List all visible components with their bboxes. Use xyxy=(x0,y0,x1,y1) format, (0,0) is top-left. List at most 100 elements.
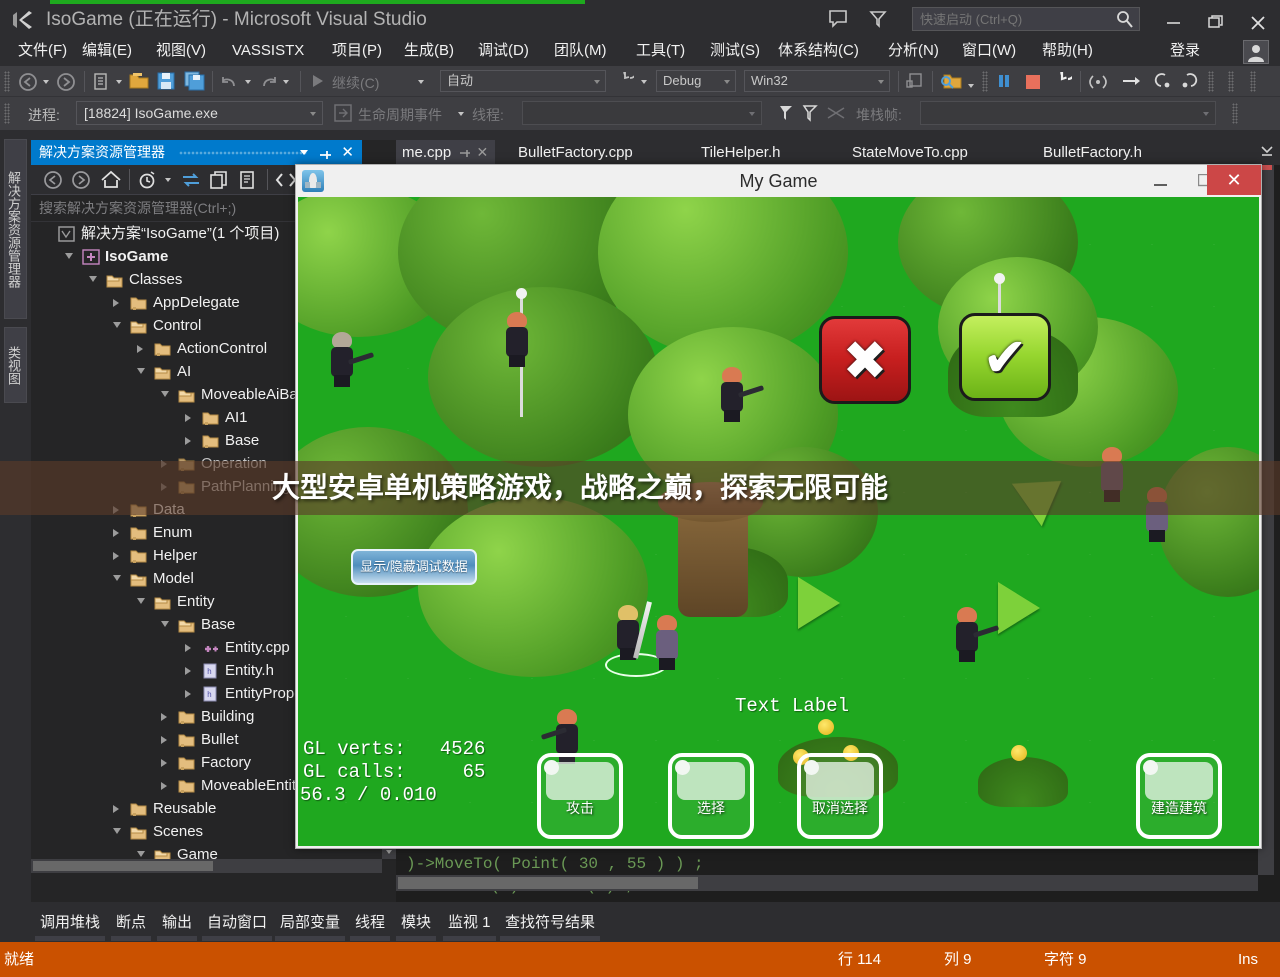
restart-icon[interactable] xyxy=(616,72,634,95)
menu-item-4[interactable]: 项目(P) xyxy=(328,36,386,66)
close-icon[interactable]: ✕ xyxy=(341,143,354,162)
toggle-debug-data-button[interactable]: 显示/隐藏调试数据 xyxy=(351,549,477,585)
game-canvas[interactable]: ✖ ✔ Text Label GL verts: 4526 GL calls: … xyxy=(298,197,1259,846)
properties-icon[interactable] xyxy=(237,170,257,195)
unit-sprite[interactable] xyxy=(718,367,748,425)
open-folder-icon[interactable] xyxy=(128,71,150,96)
scrollbar-thumb[interactable] xyxy=(33,861,213,871)
step-over-arrow-icon[interactable] xyxy=(1122,74,1142,93)
flag-icon[interactable] xyxy=(778,104,794,127)
chevron-down-icon[interactable] xyxy=(161,391,169,397)
toolbar-grip[interactable] xyxy=(4,71,10,92)
game-action-button-3[interactable]: 建造建筑 xyxy=(1136,753,1222,839)
toolbar-grip-3[interactable] xyxy=(1208,71,1214,92)
game-action-button-1[interactable]: 选择 xyxy=(668,753,754,839)
redo-dropdown[interactable] xyxy=(283,80,289,84)
chevron-right-icon[interactable] xyxy=(185,667,191,675)
game-action-button-2[interactable]: 取消选择 xyxy=(797,753,883,839)
back-icon[interactable] xyxy=(43,170,63,195)
chevron-down-icon[interactable] xyxy=(878,80,884,84)
home-icon[interactable] xyxy=(100,170,122,195)
menu-item-1[interactable]: 编辑(E) xyxy=(78,36,136,66)
pending-changes-dropdown[interactable] xyxy=(165,178,171,182)
restart-dropdown[interactable] xyxy=(641,80,647,84)
new-item-dropdown[interactable] xyxy=(116,80,122,84)
menu-item-0[interactable]: 文件(F) xyxy=(14,36,71,66)
continue-label[interactable]: 继续(C) xyxy=(332,73,379,93)
thread-combo[interactable] xyxy=(522,101,762,125)
chevron-down-icon[interactable] xyxy=(137,598,145,604)
undo-dropdown[interactable] xyxy=(245,80,251,84)
tab-solution-explorer[interactable]: 解决方案资源管理器 ✕ xyxy=(31,140,362,165)
restore-button[interactable] xyxy=(1196,8,1236,32)
document-tab-4[interactable]: BulletFactory.h xyxy=(1037,140,1148,165)
toolbar-grip-5[interactable] xyxy=(1250,71,1256,92)
show-all-files-icon[interactable] xyxy=(209,170,229,195)
user-avatar-icon[interactable] xyxy=(1243,40,1269,64)
feedback-comment-icon[interactable] xyxy=(828,10,850,30)
chevron-down-icon[interactable] xyxy=(113,575,121,581)
game-minimize-button[interactable] xyxy=(1141,165,1181,195)
debug-toolbar-grip-2[interactable] xyxy=(1232,103,1238,124)
chevron-right-icon[interactable] xyxy=(113,529,119,537)
chevron-down-icon[interactable] xyxy=(113,828,121,834)
solution-tree-hscrollbar[interactable] xyxy=(31,859,382,873)
document-tab-2[interactable]: TileHelper.h xyxy=(695,140,786,165)
bottom-dock-tab-2[interactable]: 输出 xyxy=(157,910,197,936)
bottom-dock-tab-7[interactable]: 监视 1 xyxy=(443,910,496,936)
config-combo[interactable]: Debug xyxy=(656,70,736,92)
lifecycle-dropdown[interactable] xyxy=(458,112,464,116)
view-code-icon[interactable] xyxy=(275,170,297,195)
bottom-dock-tab-6[interactable]: 模块 xyxy=(396,910,436,936)
play-continue-icon[interactable] xyxy=(310,73,326,94)
unit-sprite[interactable] xyxy=(953,607,983,669)
bottom-dock-tab-8[interactable]: 查找符号结果 xyxy=(500,910,600,936)
chevron-down-icon[interactable] xyxy=(137,851,145,857)
forward-icon[interactable] xyxy=(71,170,91,195)
lifecycle-label[interactable]: 生命周期事件 xyxy=(358,105,442,125)
panel-toggle-icon[interactable] xyxy=(906,72,924,95)
chevron-right-icon[interactable] xyxy=(185,644,191,652)
chevron-right-icon[interactable] xyxy=(161,713,167,721)
menu-item-8[interactable]: 工具(T) xyxy=(632,36,689,66)
chevron-right-icon[interactable] xyxy=(185,690,191,698)
bottom-dock-tab-0[interactable]: 调用堆栈 xyxy=(35,910,105,936)
hot-reload-icon[interactable] xyxy=(1088,72,1108,97)
pause-icon[interactable] xyxy=(996,73,1012,94)
chevron-down-icon[interactable] xyxy=(310,112,316,116)
chevron-down-icon[interactable] xyxy=(137,368,145,374)
game-close-button[interactable]: ✕ xyxy=(1207,165,1261,195)
menu-item-10[interactable]: 体系结构(C) xyxy=(774,36,863,66)
unit-sprite[interactable] xyxy=(328,332,358,390)
lifecycle-events-icon[interactable] xyxy=(334,104,352,127)
save-icon[interactable] xyxy=(156,71,176,96)
chevron-down-icon[interactable] xyxy=(1203,112,1209,116)
chevron-down-icon[interactable] xyxy=(65,253,73,259)
editor-horizontal-scrollbar[interactable] xyxy=(396,875,1258,891)
bottom-dock-tab-1[interactable]: 断点 xyxy=(111,910,151,936)
chevron-down-icon[interactable] xyxy=(300,150,308,155)
navigate-forward-icon[interactable] xyxy=(56,72,76,97)
platform-combo[interactable]: Win32 xyxy=(744,70,890,92)
find-dropdown[interactable] xyxy=(968,84,974,88)
menu-item-13[interactable]: 帮助(H) xyxy=(1038,36,1097,66)
chevron-right-icon[interactable] xyxy=(113,805,119,813)
menu-item-9[interactable]: 测试(S) xyxy=(706,36,764,66)
chevron-right-icon[interactable] xyxy=(185,437,191,445)
step-into-icon[interactable] xyxy=(1152,72,1172,95)
chevron-right-icon[interactable] xyxy=(185,414,191,422)
debug-toolbar-grip[interactable] xyxy=(4,103,10,124)
toolbar-grip-4[interactable] xyxy=(1228,71,1234,92)
unit-sprite[interactable] xyxy=(653,615,683,677)
menu-item-7[interactable]: 团队(M) xyxy=(550,36,611,66)
platform-target-combo[interactable]: 自动 xyxy=(440,70,606,92)
chevron-right-icon[interactable] xyxy=(161,759,167,767)
search-input[interactable] xyxy=(912,7,1140,31)
magnifier-search-icon[interactable] xyxy=(1116,10,1134,28)
game-action-button-0[interactable]: 攻击 xyxy=(537,753,623,839)
close-icon[interactable]: ✕ xyxy=(476,140,488,165)
navigate-back-icon[interactable] xyxy=(18,72,38,97)
save-all-icon[interactable] xyxy=(184,71,206,96)
document-tab-0[interactable]: me.cpp✕ xyxy=(396,140,495,165)
chevron-right-icon[interactable] xyxy=(161,782,167,790)
